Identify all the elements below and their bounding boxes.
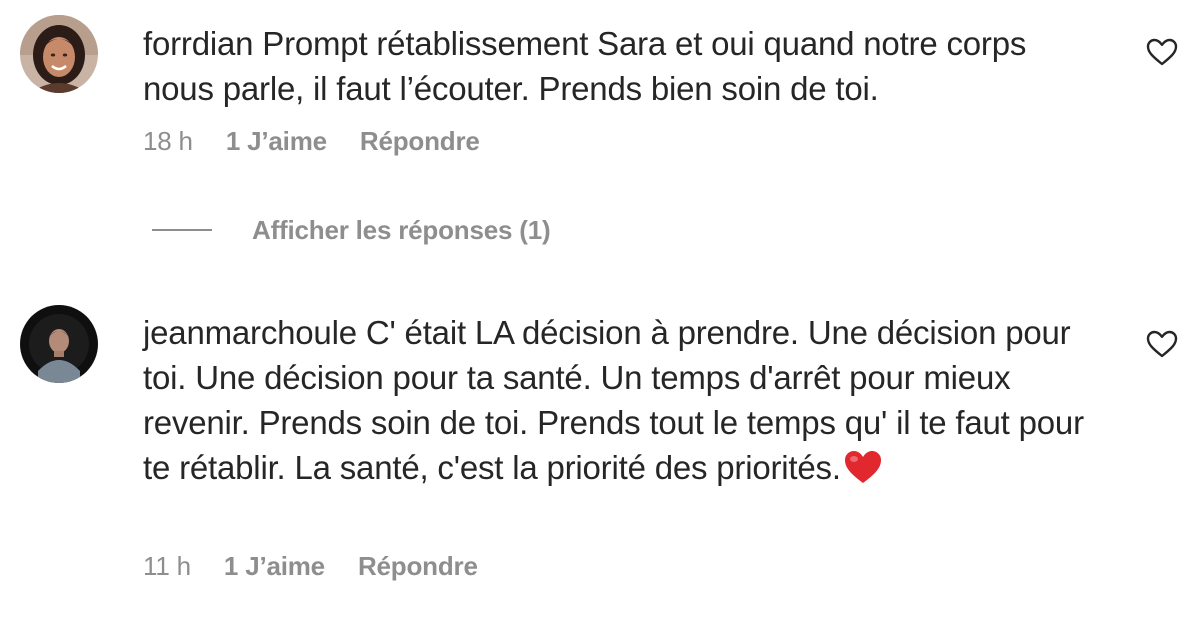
comment-meta: 11 h 1 J’aime Répondre (143, 551, 504, 582)
avatar[interactable] (20, 305, 98, 383)
avatar[interactable] (20, 15, 98, 93)
view-replies-label: Afficher les réponses (1) (252, 214, 551, 245)
comment-timestamp[interactable]: 11 h (143, 551, 191, 581)
replies-divider (152, 229, 212, 231)
comment-body: Prompt rétablissement Sara et oui quand … (143, 25, 1027, 107)
comment-username[interactable]: forrdian (143, 25, 253, 62)
comment-timestamp[interactable]: 18 h (143, 126, 193, 156)
profile-photo-icon (20, 15, 98, 93)
comment-meta: 18 h 1 J’aime Répondre (143, 126, 506, 157)
comment-like-count[interactable]: 1 J’aime (224, 551, 325, 581)
red-heart-emoji-icon (844, 451, 881, 483)
comment-username[interactable]: jeanmarchoule (143, 314, 357, 351)
comment-text: forrdian Prompt rétablissement Sara et o… (143, 21, 1103, 111)
profile-photo-icon (20, 305, 98, 383)
view-replies-button[interactable]: Afficher les réponses (1) (152, 210, 551, 250)
reply-button[interactable]: Répondre (360, 126, 480, 156)
heart-outline-icon[interactable] (1146, 38, 1178, 66)
reply-button[interactable]: Répondre (358, 551, 478, 581)
heart-outline-icon[interactable] (1146, 330, 1178, 358)
comment-like-count[interactable]: 1 J’aime (226, 126, 327, 156)
comment-text: jeanmarchoule C' était LA décision à pre… (143, 310, 1103, 490)
